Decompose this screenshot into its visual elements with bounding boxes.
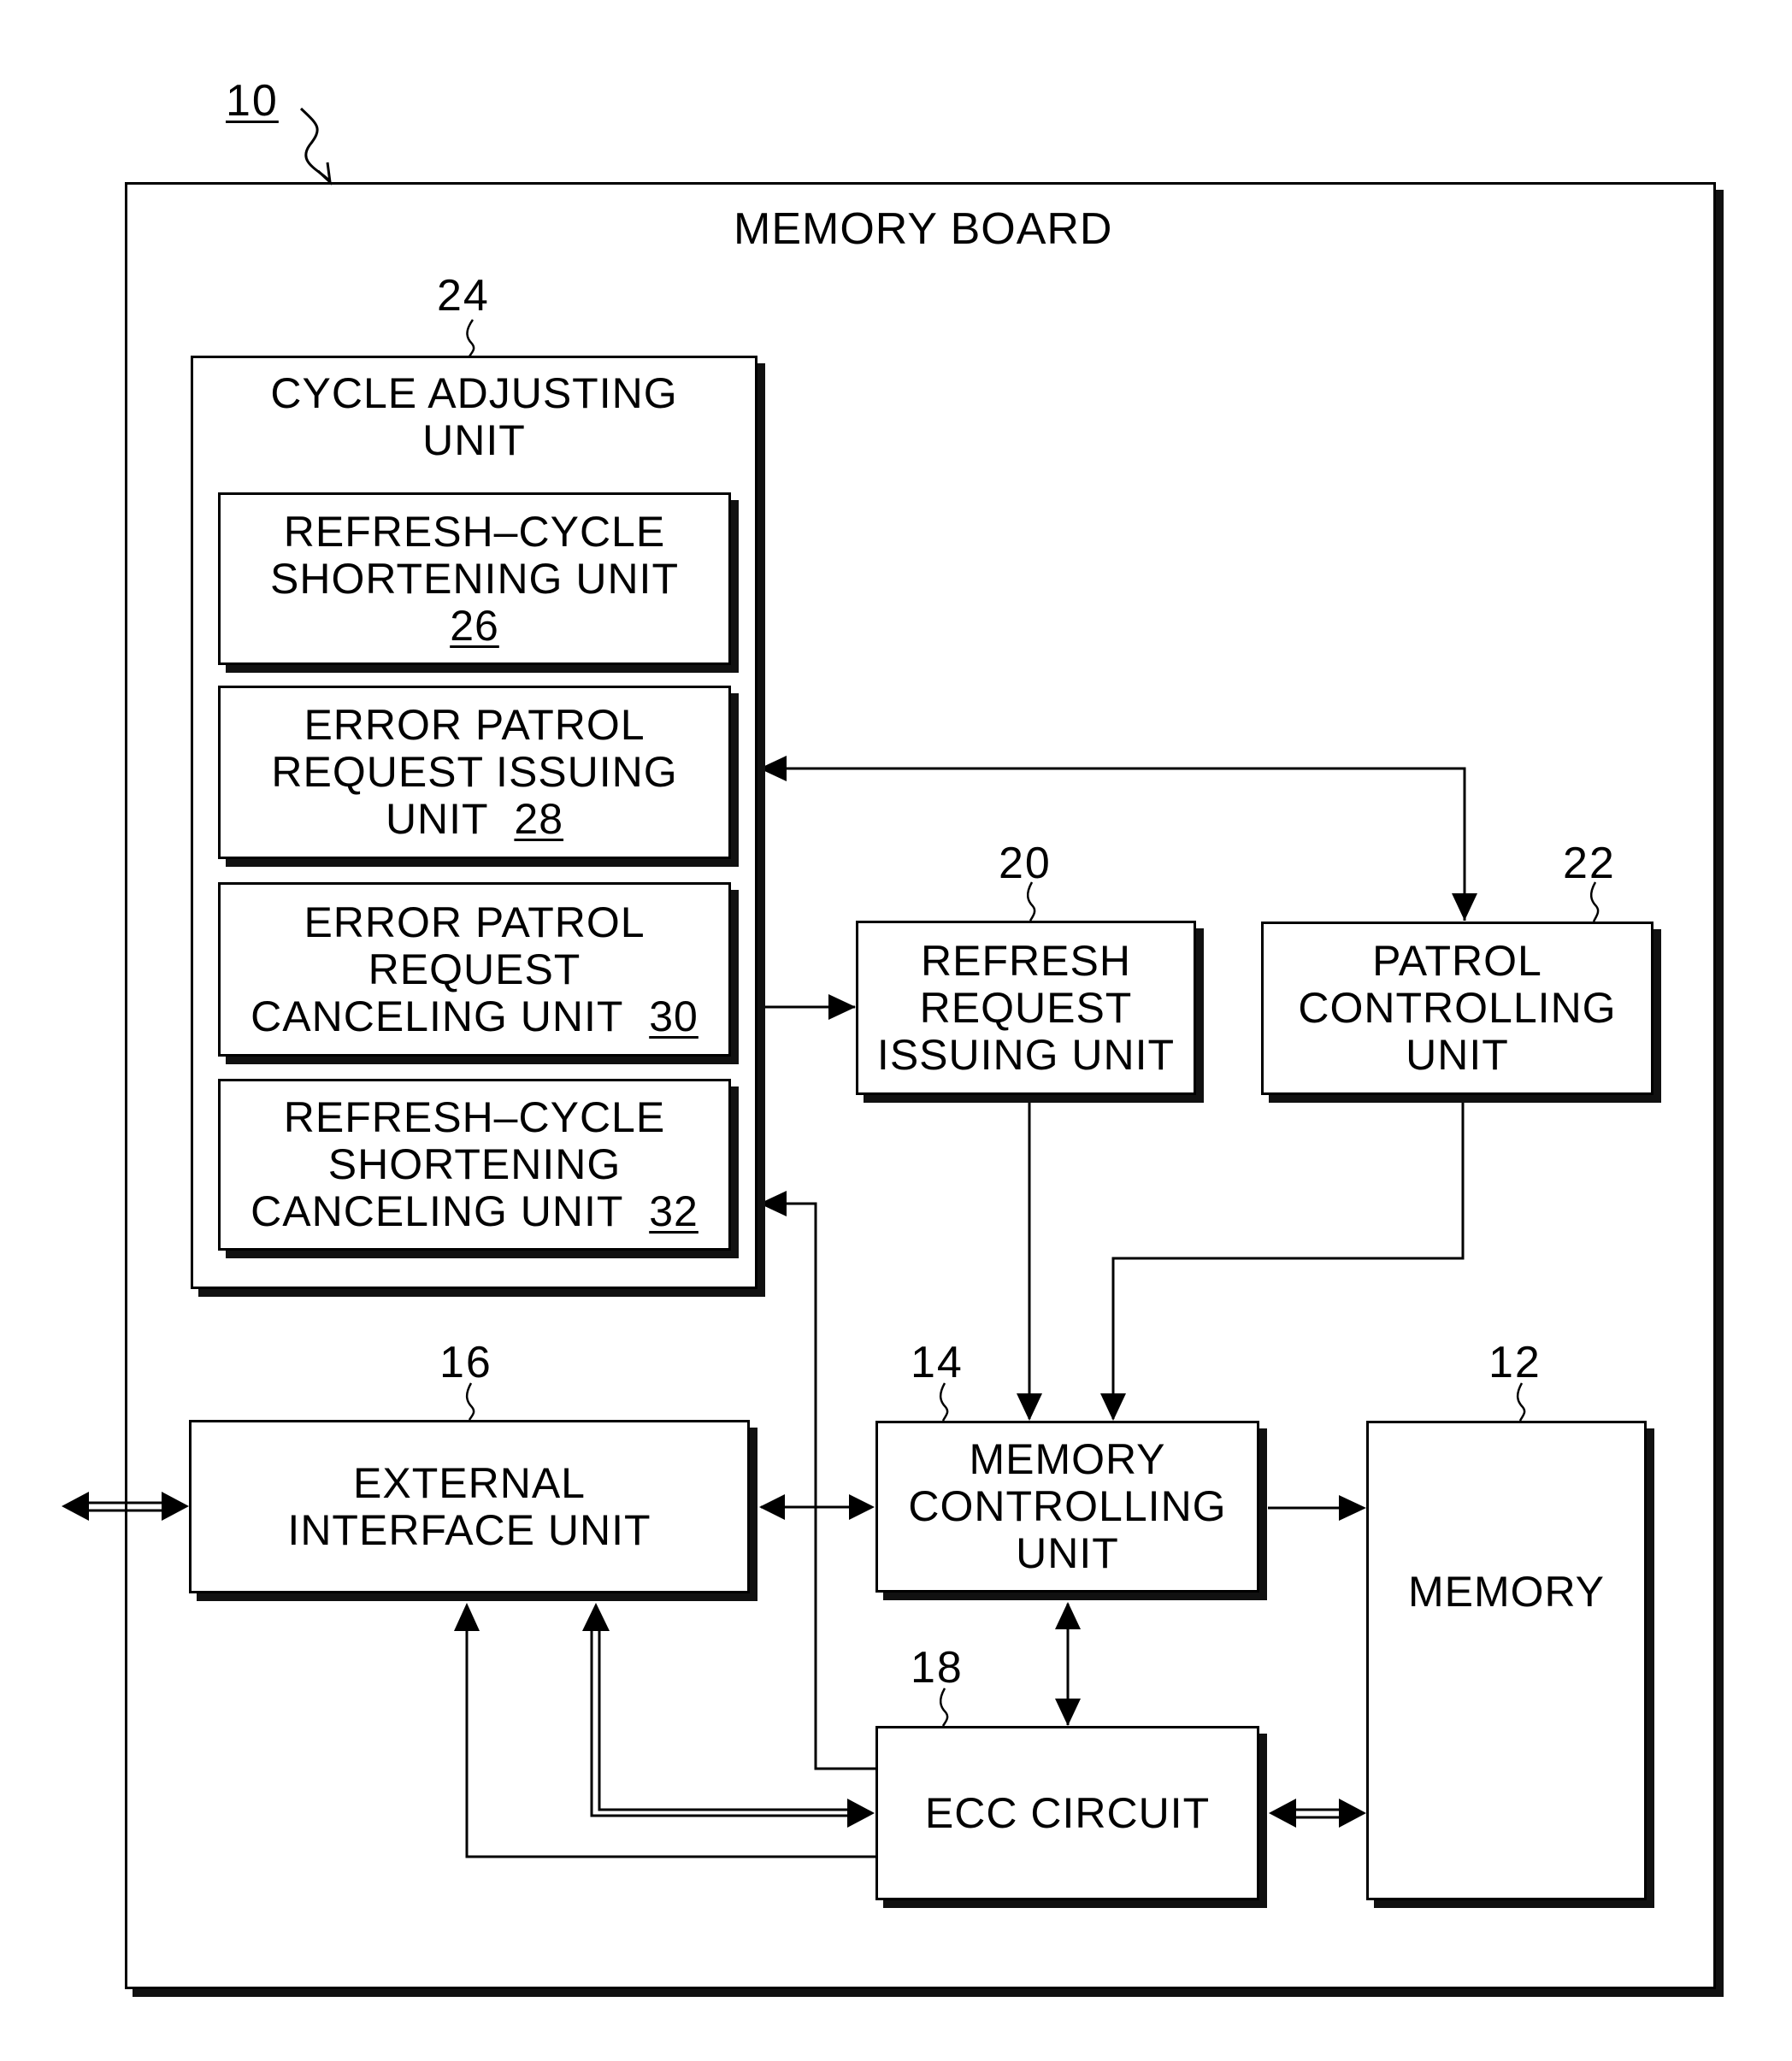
label-line: REFRESH–CYCLE — [283, 507, 666, 556]
label-line: ERROR PATROL — [304, 898, 645, 946]
label-line: ISSUING UNIT — [876, 1030, 1176, 1079]
label-line: ECC CIRCUIT — [924, 1788, 1211, 1837]
label-line: UNIT — [1016, 1529, 1119, 1577]
label-line: MEMORY — [1407, 1567, 1606, 1616]
label-line: SHORTENING UNIT — [270, 554, 679, 603]
refresh-cycle-shortening-canceling-unit-label: REFRESH–CYCLE SHORTENING CANCELING UNIT … — [218, 1079, 731, 1251]
leader-10 — [299, 107, 332, 183]
label-text: CANCELING UNIT — [251, 1187, 624, 1235]
external-interface-unit-label: EXTERNAL INTERFACE UNIT — [189, 1420, 750, 1593]
refresh-cycle-shortening-unit-label: REFRESH–CYCLE SHORTENING UNIT 26 — [218, 492, 731, 665]
label-text: CANCELING UNIT — [251, 992, 624, 1040]
label-line: INTERFACE UNIT — [287, 1505, 651, 1554]
memory-board-title: MEMORY BOARD — [734, 204, 1113, 254]
patrol-controlling-unit-label: PATROL CONTROLLING UNIT — [1261, 922, 1653, 1095]
memory-controlling-unit-label: MEMORY CONTROLLING UNIT — [875, 1421, 1259, 1593]
label-line: MEMORY — [969, 1435, 1166, 1483]
ref-18: 18 — [911, 1643, 964, 1693]
label-line: UNIT 28 — [386, 796, 563, 843]
label-line: EXTERNAL — [353, 1458, 586, 1507]
ref-32: 32 — [649, 1187, 699, 1235]
label-line: PATROL — [1372, 937, 1542, 985]
label-line: REFRESH — [921, 936, 1131, 985]
refresh-request-issuing-unit-label: REFRESH REQUEST ISSUING UNIT — [856, 921, 1196, 1095]
label-line: CONTROLLING — [908, 1482, 1227, 1530]
leader-10-arrowhead — [316, 162, 333, 185]
ref-20: 20 — [999, 839, 1052, 888]
figure-ref-10: 10 — [226, 76, 279, 126]
ref-22: 22 — [1563, 839, 1616, 888]
ref-14: 14 — [911, 1338, 964, 1387]
label-line: ERROR PATROL — [304, 701, 645, 749]
ref-12: 12 — [1488, 1338, 1541, 1387]
label-line: CANCELING UNIT 30 — [251, 992, 699, 1040]
error-patrol-request-canceling-unit-label: ERROR PATROL REQUEST CANCELING UNIT 30 — [218, 882, 731, 1057]
label-line: CANCELING UNIT 32 — [251, 1188, 699, 1235]
ref-30: 30 — [649, 992, 699, 1040]
error-patrol-request-issuing-unit-label: ERROR PATROL REQUEST ISSUING UNIT 28 — [218, 686, 731, 859]
label-line: REQUEST — [919, 983, 1133, 1032]
ref-28: 28 — [514, 795, 564, 843]
label-line: REQUEST ISSUING — [271, 748, 678, 796]
memory-block-label: MEMORY — [1366, 1421, 1647, 1763]
label-line: CONTROLLING — [1298, 984, 1617, 1032]
ecc-circuit-label: ECC CIRCUIT — [875, 1726, 1259, 1900]
ref-16: 16 — [439, 1338, 492, 1387]
label-text: UNIT — [385, 795, 489, 843]
arrowhead-left — [62, 1492, 89, 1521]
ref-26: 26 — [450, 601, 499, 650]
label-line: UNIT — [422, 416, 526, 464]
cycle-adjusting-unit-label: CYCLE ADJUSTING UNIT — [191, 366, 757, 468]
ref-24: 24 — [437, 271, 490, 321]
label-line: SHORTENING — [327, 1140, 622, 1188]
label-line: REFRESH–CYCLE — [283, 1093, 666, 1141]
label-line: UNIT — [1406, 1031, 1509, 1079]
label-line: CYCLE ADJUSTING — [270, 369, 678, 417]
label-line: REQUEST — [368, 945, 581, 993]
